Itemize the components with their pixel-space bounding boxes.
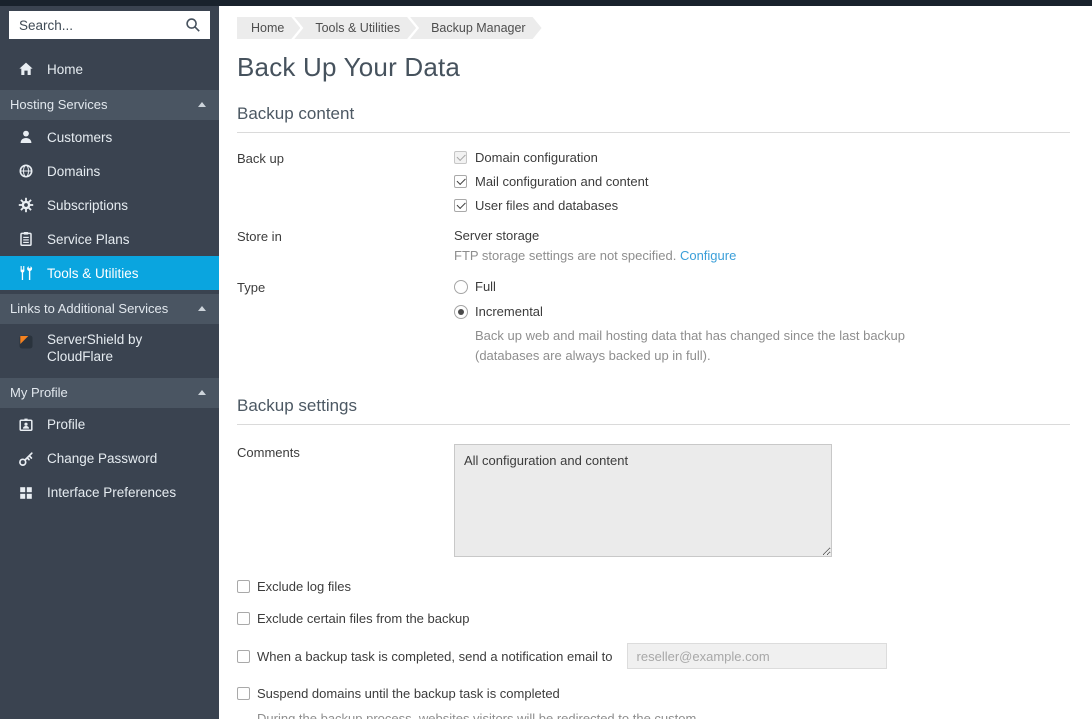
sidebar-item-label: Change Password (47, 451, 157, 466)
sidebar-item-label: Customers (47, 130, 112, 145)
cloudflare-shield-icon (18, 334, 34, 350)
sidebar-section-hosting-services[interactable]: Hosting Services (0, 90, 219, 120)
ftp-storage-note: FTP storage settings are not specified. … (454, 248, 1070, 263)
checkbox-domain-configuration[interactable] (454, 151, 467, 164)
radio-full[interactable] (454, 280, 468, 294)
radio-incremental[interactable] (454, 305, 468, 319)
globe-icon (18, 163, 34, 179)
check-line-domain-configuration: Domain configuration (454, 150, 1070, 165)
sidebar-item-domains[interactable]: Domains (0, 154, 219, 188)
sidebar-item-label: Service Plans (47, 232, 130, 247)
section-heading-backup-content: Backup content (237, 104, 1070, 133)
sidebar-item-servershield[interactable]: ServerShield by CloudFlare (0, 324, 219, 374)
key-icon (18, 451, 34, 467)
notification-row: When a backup task is completed, send a … (237, 643, 1070, 669)
sidebar-item-label: Domains (47, 164, 100, 179)
search-input[interactable] (19, 18, 185, 33)
checkbox-mail-configuration[interactable] (454, 175, 467, 188)
clipboard-icon (18, 231, 34, 247)
checkbox-label: User files and databases (475, 198, 618, 213)
configure-link[interactable]: Configure (680, 248, 736, 263)
tools-icon (18, 265, 34, 281)
sidebar-section-additional-services[interactable]: Links to Additional Services (0, 294, 219, 324)
comments-textarea[interactable]: All configuration and content (454, 444, 832, 557)
sidebar-item-label: Subscriptions (47, 198, 128, 213)
id-badge-icon (18, 417, 34, 433)
type-label: Type (237, 279, 454, 366)
sidebar-item-profile[interactable]: Profile (0, 408, 219, 442)
sidebar: Home Hosting Services Customers (0, 6, 219, 719)
ftp-note-text: FTP storage settings are not specified. (454, 248, 676, 263)
page-title: Back Up Your Data (237, 52, 1070, 83)
checkbox-label: Suspend domains until the backup task is… (257, 686, 560, 701)
home-icon (18, 61, 34, 77)
suspend-help-text: During the backup process, websites visi… (257, 709, 727, 719)
grid-icon (18, 485, 34, 501)
notification-email-input[interactable] (627, 643, 887, 669)
check-line-mail-configuration: Mail configuration and content (454, 174, 1070, 189)
checkbox-exclude-log-files[interactable] (237, 580, 250, 593)
search-box[interactable] (9, 11, 210, 39)
search-icon[interactable] (185, 17, 201, 33)
section-label: Hosting Services (10, 97, 108, 112)
checkbox-label: Exclude certain files from the backup (257, 611, 469, 626)
check-line-user-files: User files and databases (454, 198, 1070, 213)
comments-row: Comments All configuration and content (237, 444, 1070, 560)
checkbox-user-files[interactable] (454, 199, 467, 212)
checkbox-suspend-domains[interactable] (237, 687, 250, 700)
sidebar-item-label: Tools & Utilities (47, 266, 139, 281)
sidebar-item-customers[interactable]: Customers (0, 120, 219, 154)
store-in-row: Store in Server storage FTP storage sett… (237, 228, 1070, 263)
collapse-caret-icon (198, 390, 206, 395)
collapse-caret-icon (198, 306, 206, 311)
sidebar-item-subscriptions[interactable]: Subscriptions (0, 188, 219, 222)
sidebar-item-interface-preferences[interactable]: Interface Preferences (0, 476, 219, 510)
customers-person-icon (18, 129, 34, 145)
exclude-files-row: Exclude certain files from the backup (237, 611, 1070, 626)
gear-icon (18, 197, 34, 213)
breadcrumb-backup-manager: Backup Manager (410, 17, 542, 39)
back-up-label: Back up (237, 150, 454, 213)
radio-line-full: Full (454, 279, 1070, 294)
checkbox-label: Domain configuration (475, 150, 598, 165)
sidebar-item-label: Profile (47, 417, 85, 432)
breadcrumb: Home Tools & Utilities Backup Manager (237, 17, 1070, 39)
section-label: Links to Additional Services (10, 301, 168, 316)
breadcrumb-tools-utilities[interactable]: Tools & Utilities (294, 17, 416, 39)
sidebar-item-service-plans[interactable]: Service Plans (0, 222, 219, 256)
radio-label: Incremental (475, 304, 543, 319)
section-heading-backup-settings: Backup settings (237, 396, 1070, 425)
checkbox-send-notification[interactable] (237, 650, 250, 663)
checkbox-label: Exclude log files (257, 579, 351, 594)
comments-label: Comments (237, 444, 454, 560)
sidebar-item-label: Interface Preferences (47, 485, 176, 500)
checkbox-label: Mail configuration and content (475, 174, 648, 189)
incremental-help-text: Back up web and mail hosting data that h… (475, 326, 927, 366)
back-up-row: Back up Domain configuration Mail config… (237, 150, 1070, 213)
store-in-value: Server storage (454, 228, 1070, 243)
breadcrumb-home[interactable]: Home (237, 17, 300, 39)
radio-label: Full (475, 279, 496, 294)
sidebar-item-home[interactable]: Home (0, 52, 219, 86)
checkbox-exclude-certain-files[interactable] (237, 612, 250, 625)
sidebar-item-label: ServerShield by CloudFlare (47, 332, 197, 366)
sidebar-item-tools-utilities[interactable]: Tools & Utilities (0, 256, 219, 290)
section-label: My Profile (10, 385, 68, 400)
sidebar-section-my-profile[interactable]: My Profile (0, 378, 219, 408)
collapse-caret-icon (198, 102, 206, 107)
exclude-log-row: Exclude log files (237, 579, 1070, 594)
checkbox-label: When a backup task is completed, send a … (257, 649, 613, 664)
app-layout: Home Hosting Services Customers (0, 6, 1092, 719)
store-in-label: Store in (237, 228, 454, 263)
suspend-domains-row: Suspend domains until the backup task is… (237, 686, 1070, 701)
sidebar-item-change-password[interactable]: Change Password (0, 442, 219, 476)
radio-line-incremental: Incremental (454, 304, 1070, 319)
sidebar-item-label: Home (47, 62, 83, 77)
main-content: Home Tools & Utilities Backup Manager Ba… (219, 6, 1092, 719)
type-row: Type Full Incremental Back up web and ma… (237, 279, 1070, 366)
